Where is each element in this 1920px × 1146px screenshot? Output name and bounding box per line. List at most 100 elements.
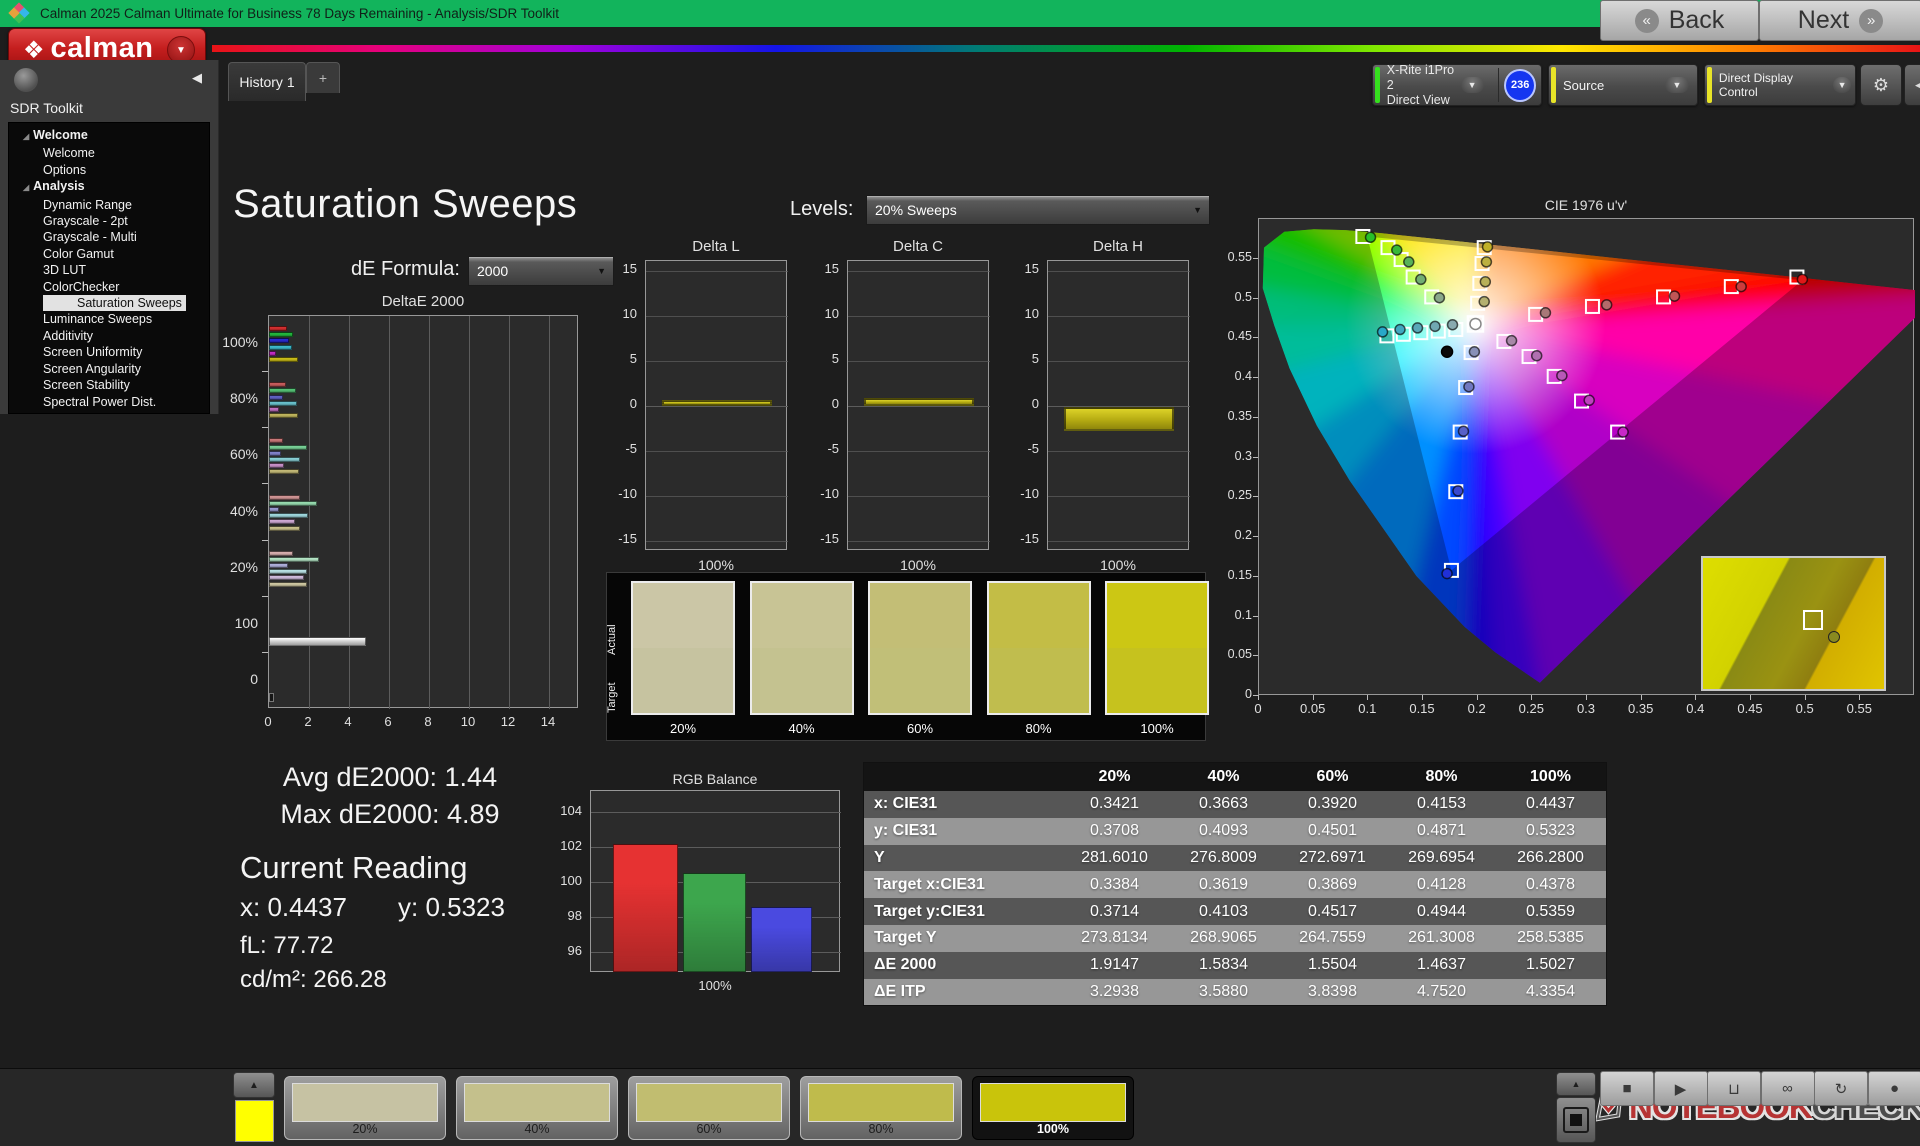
table-cell: 273.8134 (1081, 929, 1148, 947)
cie-measured-marker-red (1735, 280, 1747, 293)
patch-card-80%[interactable]: 80% (800, 1076, 962, 1140)
table-cell: 1.5834 (1199, 956, 1248, 974)
source-dropdown-icon[interactable]: ▼ (1665, 77, 1689, 93)
transport-button-0[interactable]: ■ (1600, 1071, 1654, 1106)
sidebar-item-analysis[interactable]: ◢ Analysis (9, 178, 209, 196)
delta-y-tick-label: -15 (1020, 531, 1039, 546)
delta-chart-title: Delta L (692, 238, 740, 255)
sidebar-collapse-icon[interactable]: ◀ (192, 70, 202, 86)
transport-button-1[interactable]: ▶ (1653, 1071, 1708, 1106)
display-control-dropdown-icon[interactable]: ▼ (1833, 77, 1851, 93)
table-cell: 0.4501 (1308, 822, 1357, 840)
sidebar-item-screen-uniformity[interactable]: Screen Uniformity (9, 344, 209, 360)
cie-y-tick (1253, 496, 1258, 498)
rgb-y-tick-label: 104 (560, 803, 582, 818)
cie-y-tick-label: 0.05 (1227, 647, 1252, 662)
meter-dropdown-icon[interactable]: ▼ (1460, 77, 1484, 93)
delta-bar (662, 399, 772, 406)
transport-button-2[interactable]: ⊔ (1707, 1071, 1761, 1106)
delta-y-tick-label: -5 (625, 441, 637, 456)
deltae-gridline (549, 316, 550, 709)
display-control-dropdown[interactable]: Direct Display Control ▼ (1704, 64, 1856, 106)
cie-y-tick-label: 0.3 (1234, 448, 1252, 463)
meter-selector-dropdown[interactable]: X-Rite i1Pro 2 Direct View ▼ 236 (1372, 63, 1542, 107)
cie-x-tick-label: 0.05 (1300, 701, 1326, 716)
sidebar-item-options[interactable]: Options (9, 162, 209, 178)
cie-x-tick (1312, 695, 1314, 700)
deltae-bar (269, 525, 300, 531)
meter-up-button[interactable]: ▲ (1556, 1072, 1596, 1096)
cie-y-tick (1253, 536, 1258, 537)
deltae-gridline (389, 316, 390, 709)
source-dropdown[interactable]: Source ▼ (1548, 64, 1698, 106)
settings-button[interactable]: ⚙ (1860, 64, 1902, 106)
cie-measured-marker-red (1796, 273, 1809, 286)
de-formula-select[interactable]: 2000 ▼ (468, 256, 614, 286)
deltae-group-label: 100% (222, 334, 258, 351)
sidebar-item-saturation-sweeps[interactable]: Saturation Sweeps (9, 295, 209, 312)
sidebar-item-grayscale-multi[interactable]: Grayscale - Multi (9, 229, 209, 245)
sidebar-item-colorchecker[interactable]: ColorChecker (9, 279, 209, 295)
next-button[interactable]: Next » (1759, 0, 1920, 41)
sidebar-item-grayscale-2pt[interactable]: Grayscale - 2pt (9, 213, 209, 229)
deltae-group-label: 60% (229, 446, 258, 463)
transport-button-5[interactable]: ● (1867, 1071, 1920, 1106)
cie-measured-marker-green (1364, 231, 1377, 244)
patch-card-60%[interactable]: 60% (628, 1076, 790, 1140)
table-cell: 0.4871 (1417, 822, 1466, 840)
rgb-y-tick-label: 102 (560, 838, 582, 853)
deltae-group-label: 40% (229, 502, 258, 519)
cie-y-tick (1253, 456, 1258, 458)
table-row-label: ΔE ITP (874, 982, 926, 1000)
panel-collapse-button[interactable]: ◀ (1904, 64, 1920, 106)
sidebar-item-welcome[interactable]: ◢ Welcome (9, 127, 209, 145)
cie-x-tick-label: 0.15 (1409, 701, 1435, 716)
transport-button-3[interactable]: ∞ (1760, 1071, 1815, 1106)
patch-card-40%[interactable]: 40% (456, 1076, 618, 1140)
sidebar-item-luminance-sweeps[interactable]: Luminance Sweeps (9, 311, 209, 327)
table-row: ΔE 2000 1.9147 1.5834 1.5504 1.4637 1.5027 (864, 951, 1606, 979)
cie-chart-title: CIE 1976 u'v' (1544, 197, 1628, 213)
delta-plot-area (1047, 260, 1190, 550)
cie-measured-marker-red (1668, 290, 1681, 302)
table-cell: 276.8009 (1190, 848, 1257, 866)
swatch-label: 100% (1140, 721, 1174, 736)
sidebar-orb-icon[interactable] (14, 68, 38, 92)
sidebar-item-screen-stability[interactable]: Screen Stability (9, 377, 209, 393)
patch-card-label: 80% (868, 1122, 894, 1136)
tree-expander-icon[interactable]: ◢ (23, 132, 29, 141)
patch-card-100%[interactable]: 100% (972, 1076, 1134, 1140)
table-row-label: Y (874, 848, 885, 866)
table-header-cell: 80% (1425, 768, 1458, 785)
deltae-bar (269, 581, 307, 587)
stop-measure-button[interactable] (1556, 1097, 1596, 1143)
swatch-target (751, 648, 852, 713)
cie-measured-marker-blue (1457, 425, 1470, 438)
sidebar-item-3d-lut[interactable]: 3D LUT (9, 262, 209, 278)
sidebar-item-spectral-power-dist[interactable]: Spectral Power Dist. (9, 394, 209, 410)
sidebar-item-screen-angularity[interactable]: Screen Angularity (9, 361, 209, 377)
delta-gridline (848, 316, 990, 317)
cie-measured-marker-blue (1441, 567, 1453, 580)
delta-plot-area (847, 260, 990, 550)
levels-select[interactable]: 20% Sweeps ▼ (866, 195, 1210, 225)
pattern-up-button[interactable]: ▲ (233, 1072, 275, 1098)
cie-x-tick-label: 0.45 (1737, 701, 1763, 716)
cie-current-reading-dot (1440, 345, 1454, 359)
deltae-x-tick-label: 10 (460, 714, 476, 729)
delta-gridline (1048, 541, 1190, 542)
window-title: Calman 2025 Calman Ultimate for Business… (40, 6, 559, 21)
add-tab-button[interactable]: + (306, 62, 340, 93)
table-cell: 0.4103 (1199, 902, 1248, 920)
table-cell: 0.4437 (1526, 795, 1575, 813)
swatch-pair-100% (1105, 581, 1209, 715)
back-button[interactable]: « Back (1600, 0, 1759, 41)
sidebar-item-dynamic-range[interactable]: Dynamic Range (9, 197, 209, 213)
sidebar-item-welcome[interactable]: Welcome (9, 145, 209, 161)
tab-history-1[interactable]: History 1 (228, 62, 306, 101)
sidebar-item-additivity[interactable]: Additivity (9, 328, 209, 344)
tree-expander-icon[interactable]: ◢ (23, 183, 29, 192)
transport-button-4[interactable]: ↻ (1814, 1071, 1868, 1106)
sidebar-item-color-gamut[interactable]: Color Gamut (9, 246, 209, 262)
patch-card-20%[interactable]: 20% (284, 1076, 446, 1140)
